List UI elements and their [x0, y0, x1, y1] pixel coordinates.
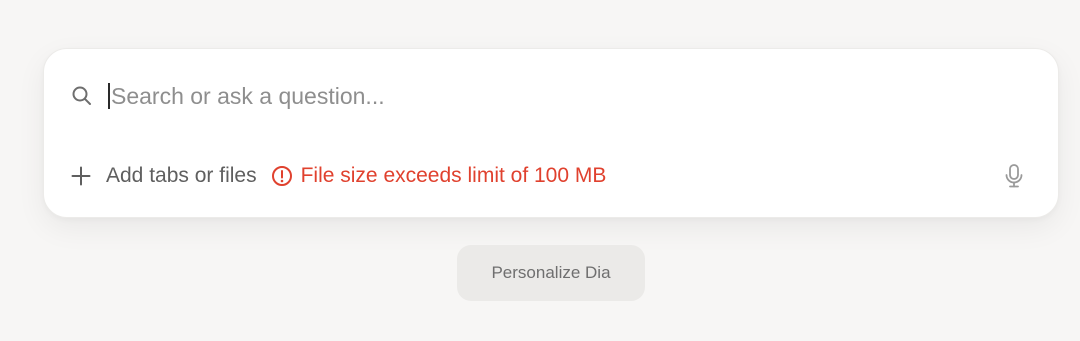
- text-caret: [108, 83, 110, 109]
- search-input[interactable]: [111, 79, 1028, 113]
- error-message: File size exceeds limit of 100 MB: [300, 164, 607, 187]
- file-size-error: File size exceeds limit of 100 MB: [271, 164, 607, 188]
- add-tabs-or-files-button[interactable]: Add tabs or files: [70, 164, 257, 188]
- alert-circle-icon: [271, 165, 293, 187]
- add-tabs-or-files-label: Add tabs or files: [106, 164, 257, 187]
- plus-icon: [70, 165, 92, 187]
- microphone-icon[interactable]: [1000, 162, 1028, 190]
- search-row: [70, 79, 1028, 113]
- command-bar-card: Add tabs or files File size exceeds limi…: [43, 48, 1059, 218]
- personalize-dia-button[interactable]: Personalize Dia: [457, 245, 645, 301]
- search-icon: [70, 84, 94, 108]
- composer-actions-row: Add tabs or files File size exceeds limi…: [70, 159, 1028, 193]
